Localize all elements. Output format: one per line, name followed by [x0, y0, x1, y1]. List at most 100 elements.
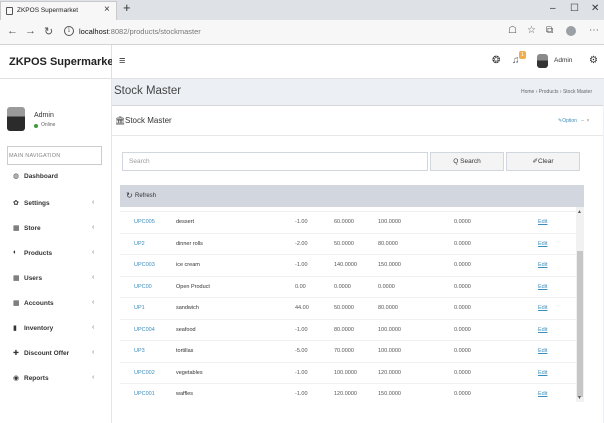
more-icon[interactable]: ⋯ [589, 25, 599, 36]
menu-toggle-icon[interactable]: ≡ [119, 55, 125, 67]
product-code[interactable]: UP1 [134, 305, 145, 311]
content-area: Stock Master Home › Products › Stock Mas… [112, 79, 604, 423]
discount: 0.0000 [454, 369, 471, 376]
url-field[interactable]: localhost:8082/products/stockmaster [79, 27, 201, 36]
sidebar-section-header: MAIN NAVIGATION [9, 153, 61, 159]
new-tab-icon[interactable]: + [123, 0, 131, 15]
forward-icon[interactable]: → [25, 25, 36, 37]
bank-icon: 🏛 [115, 116, 126, 125]
quantity: -1.00 [295, 326, 308, 333]
accounts-icon: ▦ [13, 300, 20, 307]
sidebar-item-label: Settings [24, 200, 50, 207]
sale-price: 0.0000 [378, 283, 395, 290]
collapse-icon[interactable]: – [578, 118, 585, 124]
profile-icon[interactable] [566, 26, 576, 36]
brand-logo[interactable]: ZKPOS Supermarket [0, 45, 117, 79]
edit-link[interactable]: Edit [538, 327, 547, 333]
dashboard-icon: ◍ [13, 173, 20, 180]
sidebar-item-store[interactable]: ▦ Store ‹ [0, 220, 112, 240]
scroll-up-icon[interactable]: ▲ [577, 209, 582, 215]
site-info-icon[interactable]: i [64, 26, 74, 36]
github-icon[interactable]: ❂ [492, 55, 500, 66]
product-code[interactable]: UPC00 [134, 284, 152, 290]
cost-price: 80.0000 [334, 326, 354, 333]
product-code[interactable]: UPC001 [134, 391, 155, 397]
product-name: vegetables [176, 369, 203, 376]
page-title: Stock Master [114, 85, 182, 97]
product-code[interactable]: UPC005 [134, 219, 155, 225]
search-input[interactable] [122, 152, 428, 171]
gear-icon: ✿ [13, 200, 19, 207]
close-tab-icon[interactable]: × [104, 4, 110, 15]
chevron-left-icon: ‹ [92, 299, 95, 306]
quantity: -2.00 [295, 240, 308, 247]
back-icon[interactable]: ← [7, 25, 18, 37]
reader-icon[interactable]: ☖ [508, 25, 517, 36]
reload-icon[interactable]: ↻ [44, 25, 53, 38]
clear-button[interactable]: ✐Clear [506, 152, 580, 171]
chevron-left-icon: ‹ [92, 349, 95, 356]
refresh-button[interactable]: Refresh [135, 193, 156, 199]
avatar[interactable] [537, 54, 548, 68]
edit-link[interactable]: Edit [538, 391, 547, 397]
product-code[interactable]: UPC004 [134, 327, 155, 333]
top-navbar: ≡ ❂ ♫ 1 Admin ⚙ [112, 45, 604, 79]
browser-tab[interactable]: ZKPOS Supermarket × [0, 1, 117, 20]
edit-link[interactable]: Edit [538, 262, 547, 268]
product-code[interactable]: UP2 [134, 241, 145, 247]
scrollbar-thumb[interactable] [577, 251, 583, 397]
close-window-icon[interactable]: ✕ [591, 3, 599, 14]
discount: 0.0000 [454, 348, 471, 354]
edit-link[interactable]: Edit [538, 370, 547, 376]
sidebar-item-reports[interactable]: ◉ Reports ‹ [0, 370, 112, 390]
refresh-icon[interactable]: ↻ [126, 191, 133, 200]
product-code[interactable]: UPC003 [134, 262, 155, 268]
header-user-name[interactable]: Admin [554, 57, 572, 64]
users-icon: ▦ [13, 275, 20, 282]
store-icon: ▦ [13, 225, 20, 232]
edit-link[interactable]: Edit [538, 241, 547, 247]
close-panel-icon[interactable]: × [587, 118, 590, 124]
edit-link[interactable]: Edit [538, 284, 547, 290]
product-code[interactable]: UPC002 [134, 370, 155, 376]
table-row: UPC002 vegetables -1.00 100.0000 120.0000 0.0… [120, 361, 576, 382]
scroll-down-icon[interactable]: ▼ [577, 395, 582, 401]
sidebar-item-label: Discount Offer [24, 350, 70, 357]
product-name: waffles [176, 391, 194, 397]
maximize-icon[interactable]: ☐ [570, 3, 579, 14]
sidebar-item-users[interactable]: ▦ Users ‹ [0, 270, 112, 290]
sidebar-item-discount-offer[interactable]: ✚ Discount Offer ‹ [0, 345, 112, 365]
cogs-icon[interactable]: ⚙ [589, 55, 598, 66]
product-code[interactable]: UP3 [134, 348, 145, 354]
discount: 0.0000 [454, 391, 471, 397]
online-status-icon [34, 124, 38, 128]
sidebar-item-accounts[interactable]: ▦ Accounts ‹ [0, 295, 112, 315]
favorite-icon[interactable]: ☆ [527, 25, 536, 36]
sidebar-item-inventory[interactable]: ▮ Inventory ‹ [0, 320, 112, 340]
minimize-icon[interactable]: – [550, 3, 556, 14]
quantity: 0.00 [295, 283, 306, 290]
edit-link[interactable]: Edit [538, 305, 547, 311]
chevron-left-icon: ‹ [92, 249, 95, 256]
product-name: tortillas [176, 348, 194, 354]
cost-price: 120.0000 [334, 391, 357, 397]
sidebar-item-dashboard[interactable]: ◍ Dashboard [0, 168, 112, 188]
collections-icon[interactable]: ⧉ [546, 25, 553, 36]
options-link[interactable]: ✎Option [558, 118, 577, 124]
table-scrollbar[interactable]: ▲ ▼ [576, 207, 584, 402]
edit-link[interactable]: Edit [538, 219, 547, 225]
edit-link[interactable]: Edit [538, 348, 547, 354]
sidebar-item-products[interactable]: ◐ Products ‹ [0, 245, 112, 265]
cost-price: 60.0000 [334, 219, 354, 225]
sale-price: 150.0000 [378, 262, 401, 268]
search-button[interactable]: Q Search [430, 152, 504, 171]
quantity: -1.00 [295, 369, 308, 376]
inventory-icon: ▮ [13, 325, 17, 332]
url-path: :8082/products/stockmaster [108, 27, 201, 36]
product-name: Open Product [176, 283, 210, 290]
table-row: UPC001 waffles -1.00 120.0000 150.0000 0.0000… [120, 383, 576, 402]
plus-icon: ✚ [13, 350, 19, 357]
cost-price: 50.0000 [334, 240, 354, 247]
online-status-text: Online [41, 122, 56, 128]
sidebar-item-settings[interactable]: ✿ Settings ‹ [0, 195, 112, 215]
